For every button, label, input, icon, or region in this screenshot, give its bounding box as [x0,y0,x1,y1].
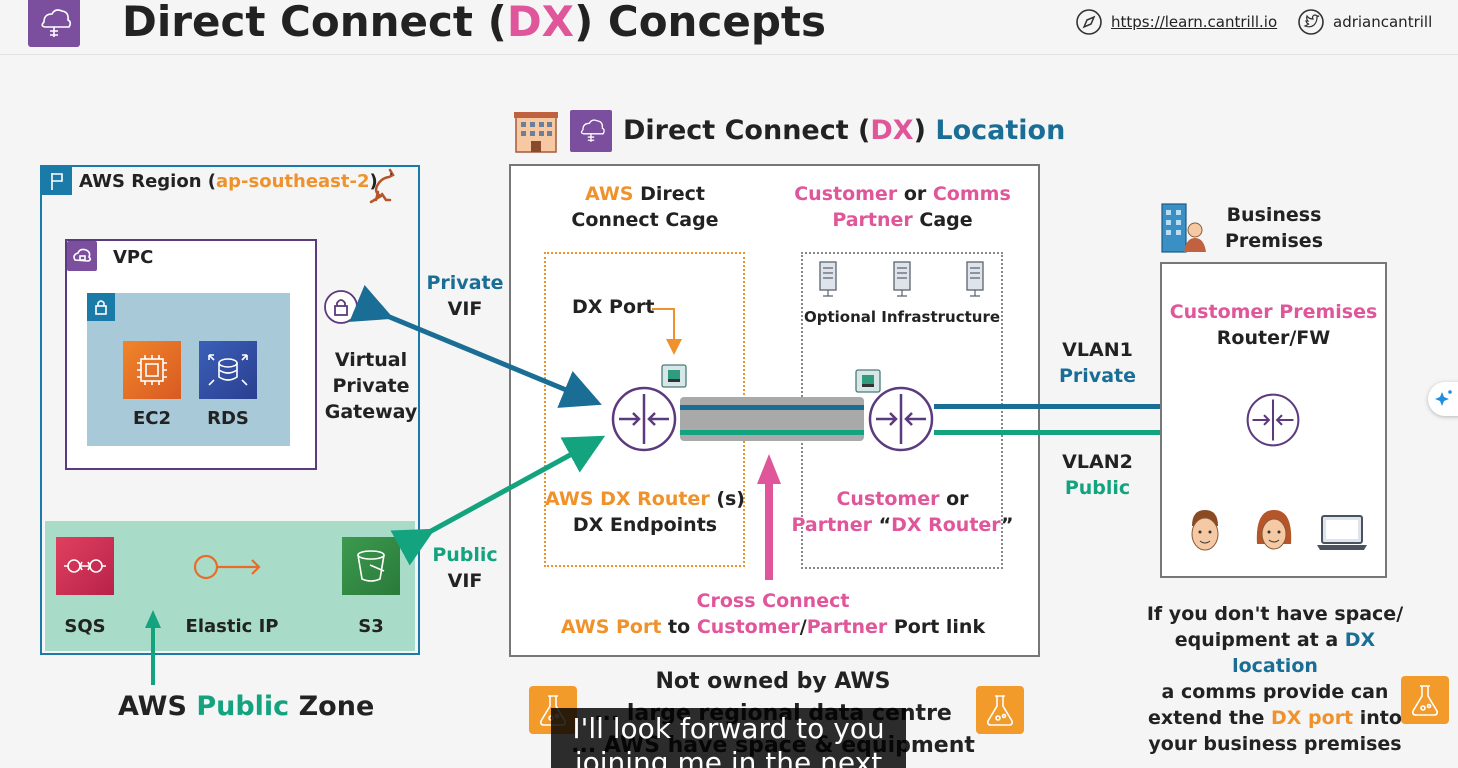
building-icon [512,106,560,154]
elastic-ip-icon [192,551,264,583]
server-icon [818,261,838,299]
extend-note: If you don't have space/ equipment at a … [1146,603,1404,755]
vlan1-label: VLAN1 Private [1059,339,1136,387]
public-zone-title: AWS Public Zone [118,691,375,722]
customer-premises-label: Customer Premises Router/FW [1169,301,1378,349]
lab-flask-icon [976,686,1024,734]
vlan2-label: VLAN2 Public [1062,451,1133,499]
aws-cage-title: AWS Direct Connect Cage [571,183,719,231]
region-flag-icon [42,167,72,195]
business-building-icon [1158,200,1208,254]
cable-line-public [680,430,864,435]
sqs-label: SQS [64,616,106,637]
cloud-brain-icon [41,9,72,37]
direct-connect-icon [570,110,612,152]
private-subnet [87,293,290,446]
sparkle-button[interactable] [1428,382,1458,416]
vgw-icon [323,289,359,325]
customer-router-label: Customer or Partner “DX Router” [791,488,1014,536]
person-male-icon [1184,506,1226,558]
server-icon [965,261,985,299]
vpc-cloud-icon [67,241,97,271]
video-subtitle: I'll look forward to you joining me in t… [551,708,906,768]
twitter-icon [1298,9,1324,35]
twitter-handle[interactable]: adriancantrill [1297,8,1432,36]
location-title: Direct Connect (DX) Location [623,115,1066,146]
sqs-icon [56,537,114,595]
cross-connect-label: Cross Connect AWS Port to Customer/Partn… [560,590,986,638]
private-vif-label: Private VIF [426,272,504,320]
header-divider [0,54,1458,55]
sparkle-icon [1435,390,1452,406]
website-link[interactable]: https://learn.cantrill.io [1075,8,1277,36]
customer-cage-title: Customer or Comms Partner Cage [794,183,1011,231]
elastic-ip-label: Elastic IP [185,616,279,637]
page-title: Direct Connect (DX) Concepts [122,0,826,46]
region-label: AWS Region (ap-southeast-2) [79,171,378,192]
laptop-icon [1315,513,1369,553]
s3-label: S3 [358,616,384,637]
cable-line-private [680,405,864,410]
compass-icon [1076,9,1102,35]
rds-label: RDS [207,408,249,429]
aws-dx-router-label: AWS DX Router (s) DX Endpoints [545,488,745,536]
ec2-label: EC2 [132,408,172,429]
premises-router-icon [1246,393,1300,447]
optional-infra-label: Optional Infrastructure [803,308,1001,326]
s3-icon [342,537,400,595]
subnet-lock-icon [87,293,115,321]
person-female-icon [1253,506,1295,558]
lab-flask-icon [1401,676,1449,724]
vgw-label: Virtual Private Gateway [324,349,418,423]
dx-port-label: DX Port [572,296,655,318]
business-premises-title: Business Premises [1225,204,1323,252]
public-vif-label: Public VIF [432,544,498,592]
customer-router-icon [868,386,934,452]
vpc-label: VPC [113,247,154,268]
rds-icon [199,341,257,399]
header-logo [28,0,80,47]
server-icon [892,261,912,299]
dx-port-icon [661,364,687,388]
kangaroo-icon [360,166,400,204]
ec2-icon [123,341,181,399]
aws-dx-router-icon [611,386,677,452]
